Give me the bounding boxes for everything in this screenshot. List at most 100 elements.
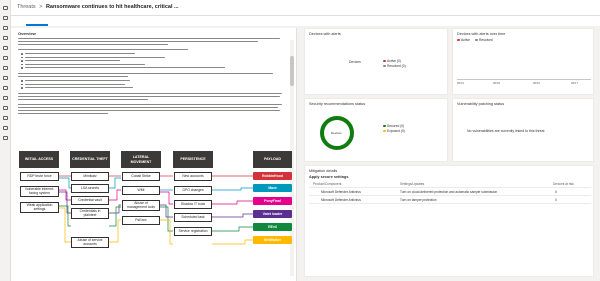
bullet — [21, 87, 23, 89]
lateral-movement-item: Cobalt Strike — [122, 172, 160, 181]
row-divider — [309, 195, 591, 196]
legend-active: Active — [457, 38, 470, 42]
text-line — [25, 56, 165, 58]
settings-icon[interactable] — [3, 116, 8, 120]
card-title: Devices with alerts — [309, 32, 341, 36]
column-header-devices[interactable]: Devices at risk — [553, 182, 574, 186]
threat-analytics-icon[interactable] — [3, 76, 8, 80]
column-header-product[interactable]: Product/Component — [313, 182, 341, 186]
overview-title: Overview — [18, 31, 36, 36]
legend-label: Active (0) — [387, 59, 401, 63]
mitigation-details-card: Mitigation details Apply secure settings… — [304, 165, 594, 277]
card-title: Mitigation details — [309, 169, 338, 173]
alerts-icon[interactable] — [3, 46, 8, 50]
incidents-icon[interactable] — [3, 36, 8, 40]
text-line — [18, 49, 188, 51]
persistence-item: Scheduled task — [174, 213, 212, 222]
initial-access-item: RDP brute force — [20, 172, 59, 181]
legend-label: Resolved (0) — [387, 64, 406, 68]
column-initial-access: INITIAL ACCESS — [19, 151, 59, 168]
lateral-movement-item: Abuse of management tools — [122, 200, 160, 211]
card-title: Devices with alerts over time — [457, 32, 506, 36]
learning-hub-icon[interactable] — [3, 96, 8, 100]
more-icon[interactable] — [3, 126, 8, 130]
bullet — [21, 56, 23, 59]
bullet — [21, 83, 23, 86]
x-axis — [457, 79, 591, 80]
column-lateral-movement: LATERAL MOVEMENT — [121, 151, 161, 168]
bullet — [21, 80, 23, 82]
devices-cell: 0 — [555, 190, 557, 194]
payload-maze: Maze — [253, 184, 292, 192]
bullet — [21, 60, 23, 62]
legend-label: Exposed (0) — [387, 129, 405, 133]
secured-dot — [383, 124, 386, 128]
column-payload: PAYLOAD — [253, 151, 292, 168]
lateral-movement-item: PsExec — [122, 216, 160, 225]
empty-state-message: No vulnerabilities are currently linked … — [467, 129, 545, 133]
section-subtitle: Apply secure settings — [309, 175, 349, 179]
donut-center-label: Devices — [331, 131, 342, 135]
bullet — [21, 63, 23, 66]
setting-cell[interactable]: Turn on cloud-delivered protection and a… — [400, 190, 497, 194]
header-divider — [309, 187, 591, 188]
donut-center-label: Devices — [349, 60, 361, 64]
tab-overview-indicator[interactable] — [26, 24, 48, 26]
payload-vatet-loader: Vatet loader — [253, 210, 292, 218]
product-cell: Microsoft Defender Antivirus — [321, 198, 361, 202]
bullet — [21, 67, 23, 69]
text-line — [18, 104, 282, 106]
analytics-panel: Devices with alerts Devices Active (0) R… — [298, 28, 600, 281]
text-line — [25, 83, 125, 85]
shield-icon[interactable] — [3, 26, 8, 30]
card-title: Vulnerability patching status — [457, 102, 505, 106]
initial-access-item: Vulnerable internet-facing system — [20, 186, 59, 197]
hunting-icon[interactable] — [3, 56, 8, 60]
text-line — [25, 60, 120, 62]
tab-strip — [11, 16, 600, 26]
text-line — [25, 53, 135, 55]
legend-active: Active (0) — [383, 59, 401, 63]
bullet — [21, 53, 23, 55]
column-header-settings[interactable]: Settings/Updates — [400, 182, 424, 186]
payload-ponyfinal: PonyFinal — [253, 197, 292, 205]
text-line — [18, 41, 258, 43]
text-line — [18, 73, 273, 75]
legend-secured: Secured (0) — [383, 124, 404, 128]
legend-exposed: Exposed (0) — [383, 129, 405, 133]
column-persistence: PERSISTENCE — [173, 151, 213, 168]
legend-label: Active — [461, 38, 470, 42]
persistence-item: Shadow IT tools — [174, 200, 212, 209]
text-line — [18, 93, 282, 95]
payload-robbinhood: RobbinHood — [253, 172, 292, 180]
text-line — [18, 99, 148, 101]
header-bar: Threats > Ransomware continues to hit he… — [11, 0, 600, 16]
reports-icon[interactable] — [3, 106, 8, 110]
resolved-dot — [475, 38, 478, 42]
home-icon[interactable] — [3, 16, 8, 20]
page-title: Ransomware continues to hit healthcare, … — [45, 4, 179, 10]
security-recommendations-card: Security recommendations status Devices … — [304, 98, 448, 162]
resolved-dot — [383, 64, 386, 68]
product-cell: Microsoft Defender Antivirus — [321, 190, 361, 194]
persistence-item: GPO changes — [174, 186, 212, 195]
secure-score-icon[interactable] — [3, 86, 8, 90]
active-dot — [383, 59, 386, 63]
initial-access-item: Weak application settings — [20, 202, 59, 213]
customize-icon[interactable] — [3, 136, 8, 140]
legend-resolved: Resolved (0) — [383, 64, 406, 68]
persistence-item: New accounts — [174, 172, 212, 181]
breadcrumb-root[interactable]: Threats — [17, 4, 36, 10]
text-line — [18, 110, 280, 112]
text-line — [18, 76, 128, 78]
text-line — [25, 63, 145, 65]
credential-theft-item: LSA secrets — [71, 184, 109, 193]
action-center-icon[interactable] — [3, 66, 8, 70]
credential-theft-item: Abuse of service accounts — [71, 237, 109, 248]
setting-cell[interactable]: Turn on tamper protection — [400, 198, 437, 202]
column-credential-theft: CREDENTIAL THEFT — [70, 151, 110, 168]
attack-chain-diagram: INITIAL ACCESS CREDENTIAL THEFT LATERAL … — [11, 145, 296, 281]
scrollbar-thumb[interactable] — [290, 56, 294, 86]
breadcrumb: Threats > Ransomware continues to hit he… — [17, 4, 179, 10]
menu-icon[interactable] — [3, 6, 8, 10]
